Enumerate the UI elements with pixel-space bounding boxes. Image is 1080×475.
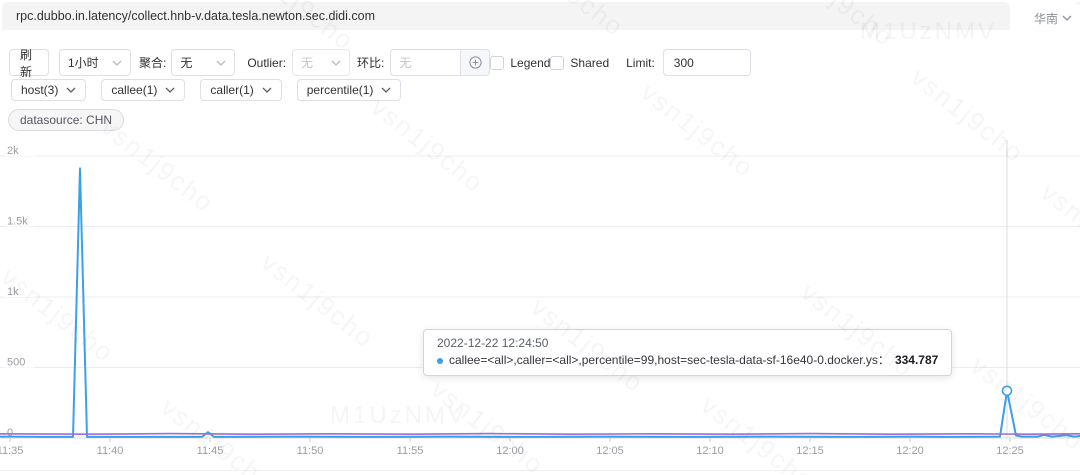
circle-plus-icon (469, 56, 482, 69)
x-axis-label: 12:25 (996, 445, 1024, 457)
series-dot-icon (437, 357, 443, 364)
metric-title-bar: rpc.dubbo.in.latency/collect.hnb-v.data.… (2, 2, 1010, 30)
toolbar-primary: 刷新 1小时 聚合: 无 Outlier: 无 环比: Legend Share… (9, 48, 751, 79)
percentile-filter-select[interactable]: percentile(1) (296, 79, 402, 101)
aggregate-select[interactable]: 无 (171, 49, 236, 76)
aggregate-label: 聚合: (139, 56, 167, 70)
x-axis-label: 12:15 (796, 445, 824, 457)
ratio-input[interactable] (390, 49, 461, 76)
time-range-select[interactable]: 1小时 (59, 49, 131, 76)
legend-checkbox-label[interactable]: Legend (510, 56, 550, 70)
x-axis-label: 11:45 (197, 445, 224, 457)
aggregate-value: 无 (180, 56, 193, 70)
callee-filter-select[interactable]: callee(1) (101, 79, 186, 101)
chart-tooltip: 2022-12-22 12:24:50 callee=<all>,caller=… (423, 329, 953, 376)
limit-label: Limit: (626, 55, 655, 70)
chevron-down-icon (66, 87, 76, 93)
x-axis-label: 11:35 (0, 445, 23, 457)
shared-checkbox-label[interactable]: Shared (570, 56, 609, 70)
host-filter-label: host(3) (21, 83, 59, 97)
caller-filter-label: caller(1) (210, 83, 254, 97)
region-label: 华南 (1033, 11, 1058, 26)
chevron-down-icon (331, 60, 341, 66)
tooltip-timestamp: 2022-12-22 12:24:50 (437, 336, 549, 350)
x-axis-label: 11:55 (397, 445, 424, 457)
tag-row: datasource: CHN (8, 109, 125, 131)
outlier-select[interactable]: 无 (292, 49, 351, 76)
metric-title: rpc.dubbo.in.latency/collect.hnb-v.data.… (16, 9, 375, 23)
datasource-tag[interactable]: datasource: CHN (8, 109, 125, 131)
limit-input[interactable] (662, 49, 751, 76)
region-selector[interactable]: 华南 (1034, 9, 1072, 27)
y-axis-label: 1k (7, 286, 19, 298)
series-line-1 (0, 167, 1080, 438)
ratio-input-group (390, 49, 491, 76)
x-axis-label: 11:40 (97, 445, 124, 457)
x-axis-label: 12:10 (696, 445, 724, 457)
y-axis-label: 500 (7, 357, 25, 369)
x-axis-label: 12:00 (496, 445, 524, 457)
series-line-2 (0, 432, 1080, 436)
chevron-down-icon (381, 87, 391, 93)
x-axis-label: 12:05 (596, 445, 624, 457)
callee-filter-label: callee(1) (111, 83, 158, 97)
tooltip-series-label: callee=<all>,caller=<all>,percentile=99,… (449, 353, 890, 367)
chevron-down-icon (262, 87, 272, 93)
chevron-down-icon (1062, 15, 1072, 21)
host-filter-select[interactable]: host(3) (11, 79, 87, 101)
shared-checkbox[interactable] (550, 55, 565, 70)
refresh-button[interactable]: 刷新 (9, 48, 49, 79)
x-axis-label: 11:50 (297, 445, 324, 457)
chevron-down-icon (165, 87, 175, 93)
percentile-filter-label: percentile(1) (306, 83, 374, 97)
dimension-filter-bar: host(3) callee(1) caller(1) percentile(1… (11, 79, 402, 101)
y-axis-label: 2k (7, 145, 19, 157)
outlier-value: 无 (301, 56, 314, 70)
chevron-down-icon (216, 60, 226, 66)
outlier-label: Outlier: (247, 55, 287, 70)
caller-filter-select[interactable]: caller(1) (200, 79, 282, 101)
tooltip-value: 334.787 (894, 353, 939, 367)
chevron-down-icon (112, 60, 122, 66)
latency-line-chart[interactable]: 11:35 11:40 11:45 11:50 11:55 12:00 12:05 12:10… (0, 140, 1080, 470)
hover-point-marker (1001, 385, 1013, 397)
x-axis-label: 12:20 (896, 445, 924, 457)
time-range-value: 1小时 (68, 56, 99, 70)
ratio-label: 环比: (357, 56, 385, 70)
y-axis-label: 1.5k (7, 216, 28, 228)
add-ratio-button[interactable] (460, 49, 491, 76)
legend-checkbox[interactable] (490, 55, 505, 70)
card-bottom-edge (0, 470, 1080, 471)
